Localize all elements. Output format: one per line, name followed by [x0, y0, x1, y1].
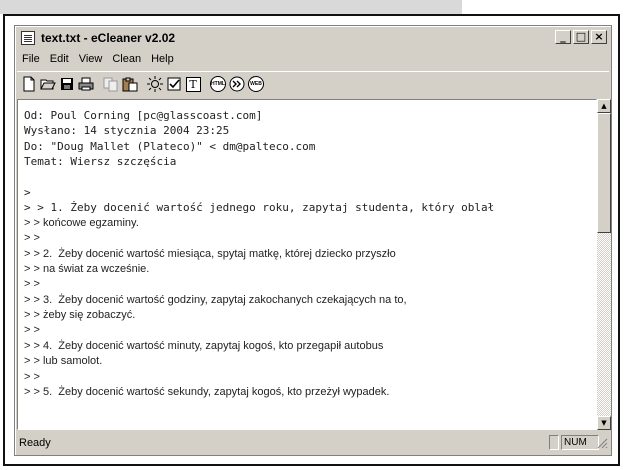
- save-icon[interactable]: [58, 75, 76, 93]
- text-line: > > na świat za wcześnie.: [24, 262, 150, 275]
- close-button[interactable]: ×: [591, 30, 607, 44]
- toolbar: T HTML WEB: [17, 71, 609, 96]
- text-line: > > żeby się zobaczyć.: [24, 309, 136, 322]
- text-line: > > 5. Żeby docenić wartość sekundy, zap…: [24, 386, 390, 399]
- text-line: > > 1. Żeby docenić wartość jednego roku…: [24, 201, 495, 215]
- app-window: text.txt - eCleaner v2.02 _ □ × File Edi…: [14, 25, 612, 456]
- text-line: Wysłano: 14 stycznia 2004 23:25: [24, 124, 230, 138]
- text-line: Temat: Wiersz szczęścia: [24, 155, 177, 169]
- text-editor[interactable]: Od: Poul Corning [pc@glasscoast.com] Wysł…: [17, 99, 597, 430]
- scroll-up-button[interactable]: ▲: [597, 99, 611, 113]
- window-title: text.txt - eCleaner v2.02: [41, 31, 176, 45]
- menu-clean[interactable]: Clean: [107, 53, 146, 65]
- web-label: WEB: [248, 76, 264, 92]
- text-line: Do: "Doug Mallet (Plateco)" < dm@palteco…: [24, 139, 316, 153]
- checkbox-icon[interactable]: [165, 75, 183, 93]
- text-line: > >: [24, 370, 40, 383]
- scroll-down-button[interactable]: ▼: [597, 416, 611, 430]
- num-lock-indicator: NUM: [561, 435, 599, 450]
- maximize-button[interactable]: □: [573, 30, 589, 44]
- text-button-label: T: [185, 76, 201, 92]
- background-panel: [0, 0, 462, 14]
- menu-view[interactable]: View: [74, 53, 108, 65]
- minimize-button[interactable]: _: [555, 30, 571, 44]
- text-line: > >: [24, 232, 40, 245]
- status-text: Ready: [19, 437, 51, 449]
- title-bar[interactable]: text.txt - eCleaner v2.02 _ □ ×: [17, 28, 609, 48]
- html-icon[interactable]: HTML: [209, 75, 227, 93]
- text-line: > > 3. Żeby docenić wartość godziny, zap…: [24, 293, 407, 306]
- text-line: [24, 170, 592, 185]
- new-file-icon[interactable]: [20, 75, 38, 93]
- settings-sun-icon[interactable]: [146, 75, 164, 93]
- vertical-scrollbar[interactable]: ▲ ▼: [597, 99, 611, 430]
- text-line: > > 2. Żeby docenić wartość miesiąca, sp…: [24, 247, 396, 260]
- menu-file[interactable]: File: [17, 53, 45, 65]
- print-icon[interactable]: [77, 75, 95, 93]
- open-folder-icon[interactable]: [39, 75, 57, 93]
- text-icon[interactable]: T: [184, 75, 202, 93]
- text-line: > >: [24, 278, 40, 291]
- text-line: Od: Poul Corning [pc@glasscoast.com]: [24, 109, 263, 122]
- text-line: > > lub samolot.: [24, 355, 103, 368]
- scroll-thumb[interactable]: [597, 113, 611, 233]
- forward-icon[interactable]: [228, 75, 246, 93]
- editor-lines: Od: Poul Corning [pc@glasscoast.com] Wysł…: [24, 108, 592, 400]
- menu-bar: File Edit View Clean Help: [17, 50, 179, 68]
- status-panel-empty: [549, 435, 559, 450]
- html-label: HTML: [210, 76, 226, 92]
- status-bar: Ready NUM: [17, 434, 609, 452]
- notepad-icon: [21, 31, 35, 45]
- copy-icon[interactable]: [102, 75, 120, 93]
- text-line: > > końcowe egzaminy.: [24, 216, 139, 229]
- text-line: >: [24, 185, 31, 199]
- menu-help[interactable]: Help: [146, 53, 179, 65]
- resize-grip-icon[interactable]: [596, 437, 608, 452]
- text-line: > >: [24, 324, 40, 337]
- menu-edit[interactable]: Edit: [45, 53, 74, 65]
- web-icon[interactable]: WEB: [247, 75, 265, 93]
- text-line: > > 4. Żeby docenić wartość minuty, zapy…: [24, 339, 384, 352]
- paste-icon[interactable]: [121, 75, 139, 93]
